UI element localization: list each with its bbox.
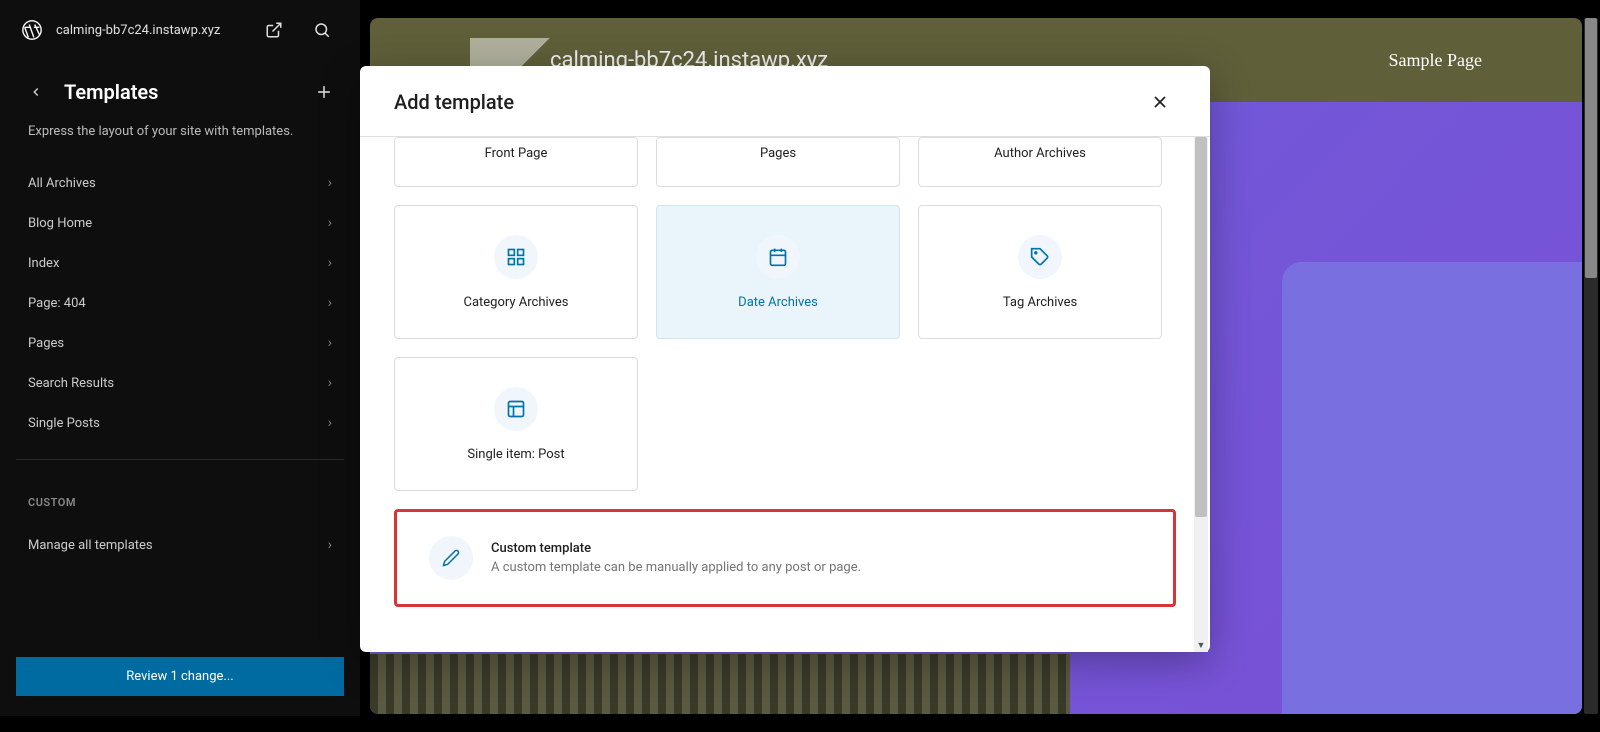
site-name[interactable]: calming-bb7c24.instawp.xyz xyxy=(56,23,244,38)
template-card-category-archives[interactable]: Category Archives xyxy=(394,205,638,339)
chevron-right-icon: › xyxy=(328,335,332,351)
scrollbar-thumb[interactable] xyxy=(1195,137,1207,517)
sidebar-header: Templates xyxy=(0,60,360,116)
modal-scrollbar[interactable]: ▲ ▼ xyxy=(1194,137,1208,652)
template-card-pages[interactable]: Pages xyxy=(656,137,900,187)
sidebar-item-search-results[interactable]: Search Results › xyxy=(12,363,348,403)
sidebar-title: Templates xyxy=(64,80,296,104)
external-link-icon[interactable] xyxy=(256,12,292,48)
add-template-button[interactable] xyxy=(312,80,336,104)
sidebar-custom-label: CUSTOM xyxy=(0,472,360,521)
close-icon[interactable] xyxy=(1144,86,1176,118)
tag-icon xyxy=(1018,235,1062,279)
sidebar: calming-bb7c24.instawp.xyz Templates Exp… xyxy=(0,0,360,716)
chevron-right-icon: › xyxy=(328,415,332,431)
chevron-right-icon: › xyxy=(328,175,332,191)
sidebar-item-label: Search Results xyxy=(28,376,114,391)
back-chevron-icon[interactable] xyxy=(24,80,48,104)
template-card-single-post[interactable]: Single item: Post xyxy=(394,357,638,491)
custom-template-row[interactable]: Custom template A custom template can be… xyxy=(394,509,1176,607)
pencil-icon xyxy=(429,536,473,580)
card-label: Front Page xyxy=(485,146,548,161)
card-label: Single item: Post xyxy=(467,447,564,462)
sidebar-item-label: Single Posts xyxy=(28,416,100,431)
sidebar-item-pages[interactable]: Pages › xyxy=(12,323,348,363)
grid-icon xyxy=(494,235,538,279)
wordpress-logo-icon[interactable] xyxy=(20,18,44,42)
sidebar-item-single-posts[interactable]: Single Posts › xyxy=(12,403,348,443)
card-label: Date Archives xyxy=(738,295,818,310)
review-changes-button[interactable]: Review 1 change... xyxy=(16,657,344,696)
sidebar-item-all-archives[interactable]: All Archives › xyxy=(12,163,348,203)
template-card-date-archives[interactable]: Date Archives xyxy=(656,205,900,339)
chevron-right-icon: › xyxy=(328,295,332,311)
card-label: Author Archives xyxy=(994,146,1086,161)
sidebar-item-manage-all[interactable]: Manage all templates › xyxy=(12,525,348,565)
sidebar-item-label: All Archives xyxy=(28,176,96,191)
chevron-right-icon: › xyxy=(328,255,332,271)
sidebar-item-index[interactable]: Index › xyxy=(12,243,348,283)
sidebar-item-label: Index xyxy=(28,256,59,271)
sidebar-item-page-404[interactable]: Page: 404 › xyxy=(12,283,348,323)
modal-title: Add template xyxy=(394,90,514,114)
scrollbar-thumb[interactable] xyxy=(1585,18,1597,278)
template-card-tag-archives[interactable]: Tag Archives xyxy=(918,205,1162,339)
preview-image-strip xyxy=(370,654,1070,714)
card-label: Category Archives xyxy=(464,295,569,310)
sidebar-item-blog-home[interactable]: Blog Home › xyxy=(12,203,348,243)
chevron-right-icon: › xyxy=(328,375,332,391)
template-card-author-archives[interactable]: Author Archives xyxy=(918,137,1162,187)
custom-template-title: Custom template xyxy=(491,541,861,556)
admin-topbar: calming-bb7c24.instawp.xyz xyxy=(0,0,360,60)
sidebar-item-label: Page: 404 xyxy=(28,296,86,311)
card-label: Tag Archives xyxy=(1003,295,1077,310)
preview-nav-link[interactable]: Sample Page xyxy=(1389,50,1482,71)
custom-template-desc: A custom template can be manually applie… xyxy=(491,560,861,575)
template-card-front-page[interactable]: Front Page xyxy=(394,137,638,187)
scroll-down-icon[interactable]: ▼ xyxy=(1194,638,1208,652)
calendar-icon xyxy=(756,235,800,279)
outer-scrollbar[interactable] xyxy=(1584,18,1598,714)
modal-header: Add template xyxy=(360,66,1210,137)
sidebar-template-list: All Archives › Blog Home › Index › Page:… xyxy=(0,159,360,447)
chevron-right-icon: › xyxy=(328,215,332,231)
sidebar-item-label: Pages xyxy=(28,336,64,351)
search-icon[interactable] xyxy=(304,12,340,48)
chevron-right-icon: › xyxy=(328,537,332,553)
sidebar-item-label: Blog Home xyxy=(28,216,92,231)
custom-template-text: Custom template A custom template can be… xyxy=(491,541,861,575)
template-grid: Front Page Pages Author Archives Categor… xyxy=(394,137,1176,491)
card-label: Pages xyxy=(760,146,796,161)
modal-body: Front Page Pages Author Archives Categor… xyxy=(360,137,1210,652)
sidebar-custom-list: Manage all templates › xyxy=(0,521,360,569)
layout-icon xyxy=(494,387,538,431)
add-template-modal: Add template Front Page Pages Author Arc… xyxy=(360,66,1210,652)
divider xyxy=(16,459,344,460)
preview-content-card xyxy=(1282,262,1582,714)
sidebar-description: Express the layout of your site with tem… xyxy=(0,116,360,159)
custom-template-section: Custom template A custom template can be… xyxy=(394,509,1176,607)
sidebar-item-label: Manage all templates xyxy=(28,538,153,553)
